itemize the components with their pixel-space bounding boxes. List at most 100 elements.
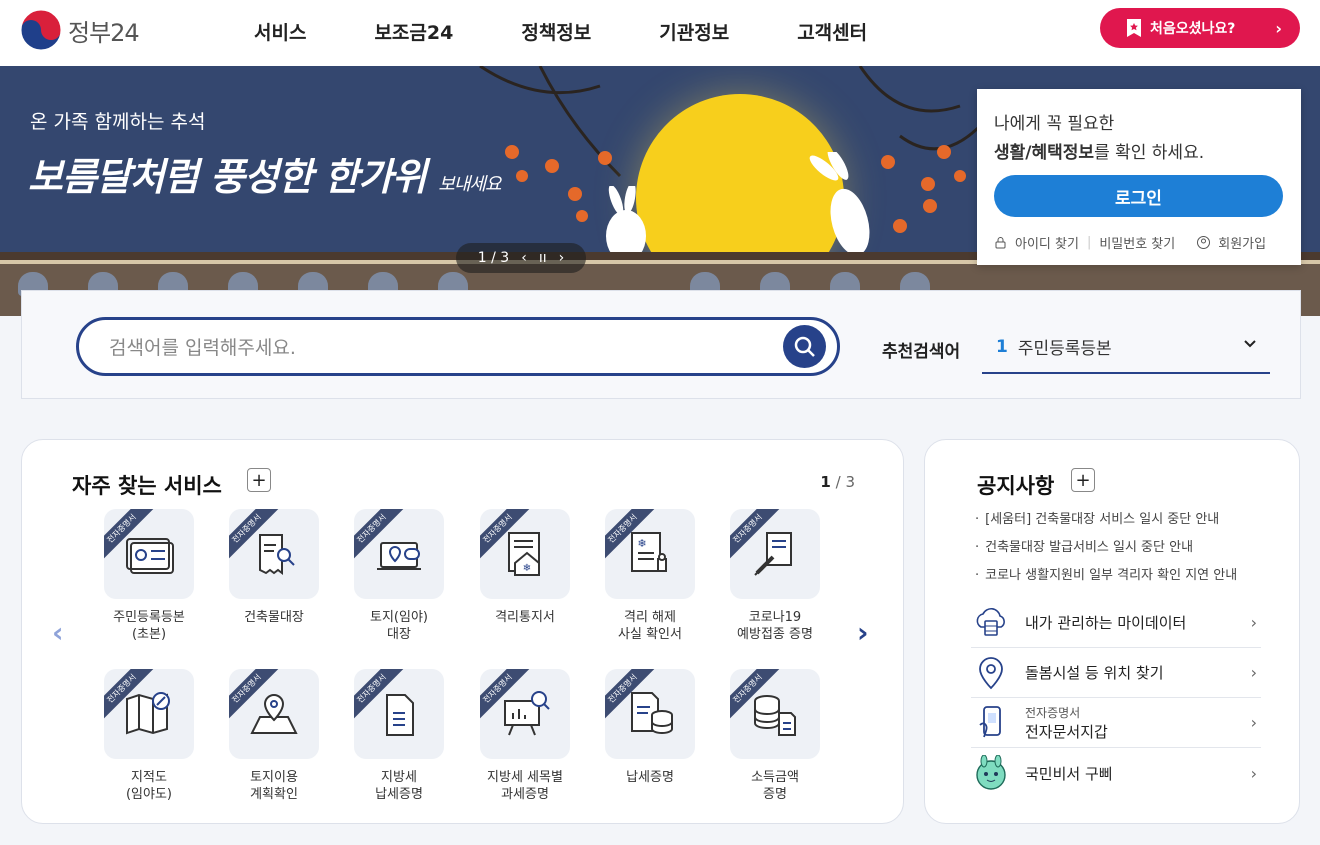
first-visit-button[interactable]: 처음오셨나요? › — [1100, 8, 1300, 48]
services-next-button[interactable]: › — [857, 616, 869, 649]
signup-link[interactable]: 회원가입 — [1218, 233, 1266, 252]
service-label: 지방세 납세증명 — [375, 770, 423, 802]
chart-board-icon: 전자증명서 — [480, 669, 570, 759]
bookmark-star-icon — [1127, 19, 1141, 37]
user-circle-icon — [1197, 236, 1211, 249]
quick-item-doc-wallet[interactable]: 전자증명서 전자문서지갑 › — [971, 698, 1261, 748]
nav-item-services[interactable]: 서비스 — [254, 18, 306, 45]
service-item[interactable]: ❄ 전자증명서 격리 해제 사실 확인서 — [590, 509, 710, 643]
quick-small-label: 전자증명서 — [1025, 705, 1081, 720]
service-label: 지적도 (임야도) — [125, 770, 173, 802]
login-panel: 나에게 꼭 필요한 생활/혜택정보를 확인 하세요. 로그인 아이디 찾기 | … — [977, 89, 1301, 265]
notice-more-button[interactable]: + — [1071, 468, 1095, 492]
phone-wallet-icon — [971, 703, 1011, 743]
service-item[interactable]: 전자증명서소득금액 증명 — [715, 669, 835, 803]
chevron-left-icon[interactable]: ‹ — [521, 250, 527, 266]
services-prev-button[interactable]: ‹ — [52, 616, 64, 649]
coins-file-icon: 전자증명서 — [730, 669, 820, 759]
service-item[interactable]: 전자증명서 납세증명 — [590, 669, 710, 786]
chevron-right-icon: › — [1275, 18, 1282, 38]
page-current: 1 — [820, 473, 831, 491]
notice-card: 공지사항 + [세움터] 건축물대장 서비스 일시 중단 안내 건축물대장 발급… — [924, 439, 1300, 824]
id-card-icon: 전자증명서 — [104, 509, 194, 599]
service-item[interactable]: 전자증명서 토지(임야) 대장 — [339, 509, 459, 643]
chevron-right-icon: › — [1250, 713, 1257, 732]
quick-item-gubby[interactable]: 국민비서 구삐 › — [971, 748, 1261, 798]
service-item[interactable]: 전자증명서지방세 세목별 과세증명 — [465, 669, 585, 803]
taegeuk-logo-icon — [20, 9, 62, 51]
recommend-select[interactable]: 1 주민등록등본 — [982, 321, 1270, 374]
quick-item-care-location[interactable]: 돌봄시설 등 위치 찾기 › — [971, 648, 1261, 698]
service-label: 건축물대장 — [244, 610, 304, 625]
robot-mascot-icon — [971, 753, 1011, 793]
location-pin-icon — [971, 653, 1011, 693]
service-label: 납세증명 — [626, 770, 674, 785]
cloud-data-icon — [971, 603, 1011, 643]
notice-item[interactable]: 코로나 생활지원비 일부 격리자 확인 지연 안내 — [975, 564, 1237, 583]
logo[interactable]: 정부24 — [20, 9, 140, 51]
banner-title-main: 보름달처럼 풍성한 한가위 — [28, 154, 427, 199]
login-message-rest: 를 확인 하세요. — [1094, 143, 1205, 163]
chevron-right-icon: › — [1250, 613, 1257, 632]
first-visit-label: 처음오셨나요? — [1150, 21, 1236, 37]
recommend-keyword[interactable]: 주민등록등본 — [1018, 334, 1112, 359]
nav-item-policy[interactable]: 정책정보 — [521, 18, 591, 45]
header: 정부24 서비스 보조금24 정책정보 기관정보 고객센터 처음오셨나요? › — [0, 0, 1320, 66]
service-label: 격리통지서 — [495, 610, 555, 625]
notice-item[interactable]: 건축물대장 발급서비스 일시 중단 안내 — [975, 536, 1237, 555]
logo-text: 정부24 — [68, 18, 140, 47]
syringe-document-icon: 전자증명서 — [730, 509, 820, 599]
lock-icon — [995, 237, 1006, 249]
service-item[interactable]: ❄ 전자증명서격리통지서 — [465, 509, 585, 626]
login-button[interactable]: 로그인 — [994, 175, 1283, 217]
service-item[interactable]: 전자증명서지방세 납세증명 — [339, 669, 459, 803]
services-title: 자주 찾는 서비스 — [72, 474, 222, 498]
search-input[interactable] — [109, 337, 749, 359]
nav-item-agency[interactable]: 기관정보 — [659, 18, 729, 45]
notice-item[interactable]: [세움터] 건축물대장 서비스 일시 중단 안내 — [975, 508, 1237, 527]
service-item[interactable]: 전자증명서 토지이용 계획확인 — [214, 669, 334, 803]
quick-item-mydata[interactable]: 내가 관리하는 마이데이터 › — [971, 598, 1261, 648]
search-button[interactable] — [783, 325, 826, 368]
service-label: 격리 해제 사실 확인서 — [618, 610, 682, 642]
house-document-icon: ❄ 전자증명서 — [480, 509, 570, 599]
quick-label-wrap: 전자증명서 전자문서지갑 — [1025, 704, 1108, 742]
service-label: 주민등록등본 (초본) — [113, 610, 185, 642]
recommend-label: 추천검색어 — [882, 342, 961, 362]
service-item[interactable]: 전자증명서건축물대장 — [214, 509, 334, 626]
services-more-button[interactable]: + — [247, 468, 271, 492]
service-item[interactable]: 전자증명서 코로나19 예방접종 증명 — [715, 509, 835, 643]
map-compass-icon: 전자증명서 — [104, 669, 194, 759]
service-label: 소득금액 증명 — [751, 770, 799, 802]
chevron-down-icon — [1244, 340, 1256, 348]
svg-text:❄: ❄ — [637, 537, 646, 550]
nav-item-subsidy[interactable]: 보조금24 — [374, 18, 453, 45]
map-pin-icon: 전자증명서 — [229, 669, 319, 759]
find-id-link[interactable]: 아이디 찾기 — [1015, 233, 1079, 252]
service-label: 지방세 세목별 과세증명 — [487, 770, 563, 802]
find-password-link[interactable]: 비밀번호 찾기 — [1099, 233, 1175, 252]
chevron-right-icon[interactable]: › — [559, 250, 565, 266]
quick-label: 돌봄시설 등 위치 찾기 — [1025, 664, 1164, 682]
banner-page-indicator: 1 / 3 — [477, 250, 510, 266]
recommend-rank: 1 — [996, 336, 1008, 357]
banner-pager: 1 / 3 ‹ ıı › — [456, 243, 586, 273]
document-search-icon: 전자증명서 — [229, 509, 319, 599]
service-item[interactable]: 전자증명서지적도 (임야도) — [89, 669, 209, 803]
page-separator: / — [835, 473, 841, 491]
nav-item-support[interactable]: 고객센터 — [797, 18, 867, 45]
svg-text:❄: ❄ — [523, 563, 531, 574]
pause-icon[interactable]: ıı — [539, 250, 547, 266]
banner-subtitle: 온 가족 함께하는 추석 — [30, 111, 206, 133]
quick-label: 전자문서지갑 — [1025, 722, 1108, 741]
laptop-location-icon: 전자증명서 — [354, 509, 444, 599]
link-separator: | — [1086, 235, 1092, 250]
login-message-line2: 생활/혜택정보를 확인 하세요. — [994, 138, 1284, 163]
service-item[interactable]: 전자증명서주민등록등본 (초본) — [89, 509, 209, 643]
search-box — [76, 317, 840, 376]
chevron-right-icon: › — [1250, 763, 1257, 783]
banner-title-tail: 보내세요 — [438, 174, 501, 195]
search-icon — [794, 336, 815, 357]
services-page-indicator: 1 / 3 — [820, 473, 855, 491]
file-icon: 전자증명서 — [354, 669, 444, 759]
